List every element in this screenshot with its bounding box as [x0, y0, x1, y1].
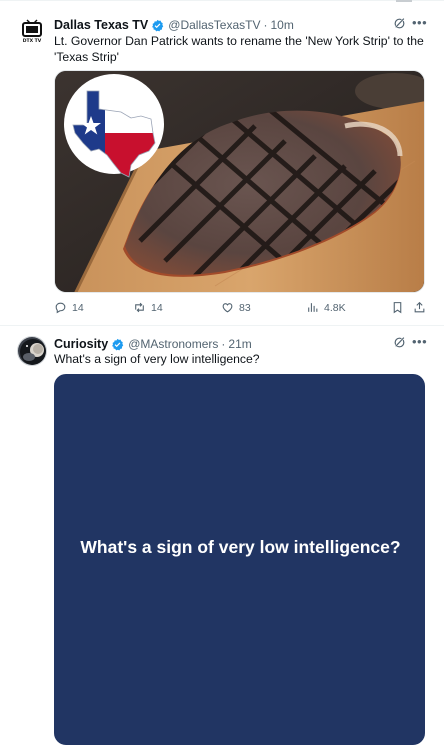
- verified-badge-icon: [112, 338, 124, 350]
- tweet[interactable]: Curiosity @MAstronomers · 21m ••• What's…: [0, 326, 444, 750]
- reply-button[interactable]: 14: [54, 301, 84, 314]
- share-icon: [414, 301, 425, 313]
- like-icon: [222, 303, 233, 313]
- retweet-button[interactable]: 14: [133, 301, 163, 314]
- grok-icon[interactable]: [393, 17, 406, 30]
- more-icon[interactable]: •••: [412, 16, 427, 29]
- tweet-header: Curiosity @MAstronomers · 21m: [54, 335, 252, 353]
- like-button[interactable]: 83: [221, 301, 251, 314]
- share-button[interactable]: [413, 301, 431, 314]
- steak-photo: [55, 71, 424, 292]
- avatar[interactable]: DTX TV: [17, 16, 47, 46]
- tweet-header: Dallas Texas TV @DallasTexasTV · 10m: [54, 16, 294, 34]
- separator: ·: [263, 18, 268, 32]
- retweet-count: 14: [151, 301, 163, 314]
- display-name[interactable]: Curiosity: [54, 337, 108, 351]
- views-count: 4.8K: [324, 301, 346, 314]
- like-count: 83: [239, 301, 251, 314]
- separator: ·: [221, 337, 226, 351]
- views-button[interactable]: 4.8K: [306, 301, 346, 314]
- svg-text:DTX TV: DTX TV: [23, 38, 42, 44]
- card-headline: What's a sign of very low intelligence?: [80, 537, 401, 557]
- views-icon: [308, 303, 318, 312]
- handle[interactable]: @DallasTexasTV: [168, 18, 260, 32]
- more-icon[interactable]: •••: [412, 335, 427, 348]
- tweet-image-card[interactable]: What's a sign of very low intelligence?: [54, 374, 425, 745]
- timeline-feed: DTX TV Dallas Texas TV @DallasTexasTV · …: [0, 0, 444, 750]
- tweet-text: Lt. Governor Dan Patrick wants to rename…: [54, 34, 424, 64]
- tweet-photo[interactable]: [54, 70, 425, 293]
- timestamp[interactable]: 10m: [270, 18, 293, 32]
- tweet-text: What's a sign of very low intelligence?: [54, 352, 260, 366]
- avatar[interactable]: [17, 336, 47, 366]
- retweet-icon: [135, 302, 144, 313]
- display-name[interactable]: Dallas Texas TV: [54, 18, 148, 32]
- handle[interactable]: @MAstronomers: [128, 337, 218, 351]
- grok-icon[interactable]: [393, 336, 406, 349]
- bookmark-icon: [393, 302, 402, 314]
- tv-logo-icon: DTX TV: [17, 16, 47, 46]
- reply-count: 14: [72, 301, 84, 314]
- verified-badge-icon: [152, 19, 164, 31]
- reply-icon: [55, 302, 66, 314]
- profile-photo: [18, 337, 46, 365]
- tweet-actions: 14 14 83 4.8K: [54, 301, 428, 317]
- bookmark-button[interactable]: [391, 301, 409, 314]
- timestamp[interactable]: 21m: [228, 337, 251, 351]
- tweet[interactable]: DTX TV Dallas Texas TV @DallasTexasTV · …: [0, 0, 444, 326]
